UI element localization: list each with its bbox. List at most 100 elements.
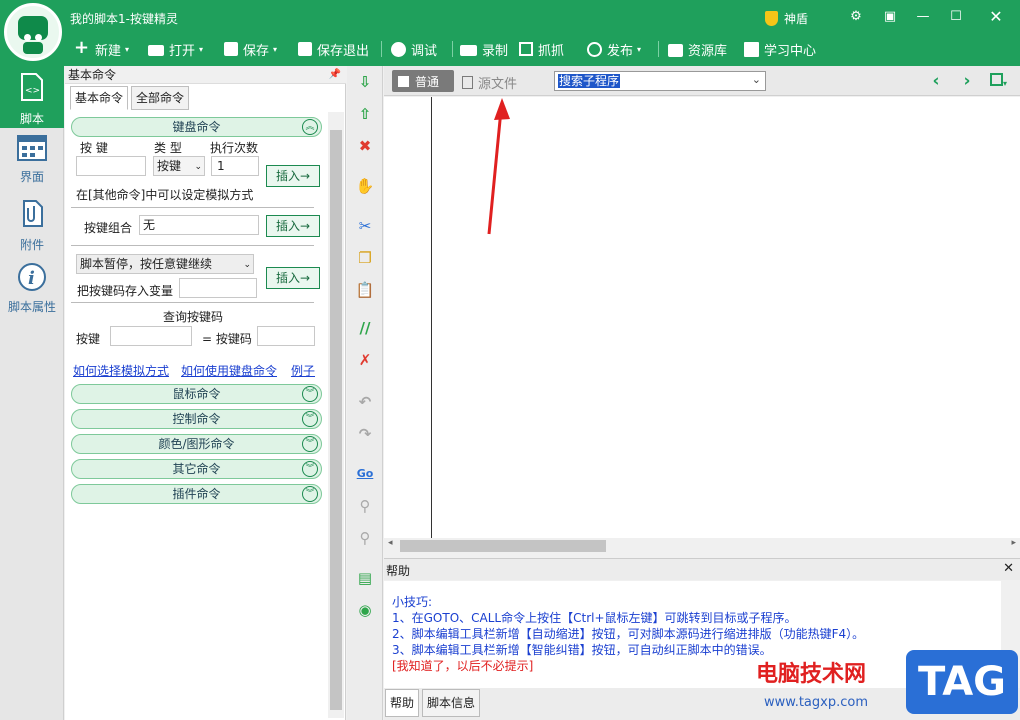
scroll-left-icon[interactable]: ◂ [388, 538, 393, 548]
query-key-input[interactable] [110, 326, 192, 346]
paste-icon[interactable]: 📋 [355, 280, 375, 300]
color-image-section-header[interactable]: 颜色/图形命令 ︾ [71, 434, 322, 454]
simulation-note: 在[其他命令]中可以设定模拟方式 [76, 188, 254, 202]
sidebar-item-script[interactable]: <> 脚本 [0, 66, 64, 128]
type-select[interactable]: 按键 ⌄ [153, 156, 205, 176]
svg-text:i: i [28, 268, 35, 289]
next-arrow-icon[interactable]: › [959, 71, 975, 91]
minimize-button[interactable]: — [912, 8, 934, 26]
times-input[interactable]: 1 [211, 156, 259, 176]
panel-title: 基本命令 [68, 68, 117, 82]
comment-icon[interactable]: // [355, 318, 375, 338]
section-title: 控制命令 [172, 412, 221, 426]
tab-all-commands[interactable]: 全部命令 [131, 86, 190, 110]
editor-horizontal-scrollbar[interactable]: ◂ ▸ [384, 538, 1020, 554]
hand-icon[interactable]: ✋ [355, 176, 375, 196]
find-icon[interactable]: ⚲ [355, 496, 375, 516]
times-label: 执行次数 [210, 141, 259, 155]
sidebar-item-ui[interactable]: 界面 [0, 130, 64, 192]
record-button[interactable]: 录制 [460, 38, 508, 60]
link-simulation-method[interactable]: 如何选择模拟方式 [73, 362, 169, 379]
save-exit-button[interactable]: 保存退出 [298, 38, 369, 60]
control-section-header[interactable]: 控制命令 ︾ [71, 409, 322, 429]
settings-gear-icon[interactable]: ⚙ [845, 8, 867, 26]
tip-item: 2、脚本编辑工具栏新增【自动缩进】按钮，可对脚本源码进行缩进排版（功能热键F4）… [392, 627, 865, 641]
insert-key-button[interactable]: 插入→ [266, 165, 320, 187]
sidebar-item-properties[interactable]: i 脚本属性 [0, 262, 64, 324]
plus-icon: + [74, 37, 90, 58]
left-sidebar: <> 脚本 界面 附件 i 脚本属性 [0, 66, 64, 720]
new-button[interactable]: + 新建 ▾ [74, 38, 129, 60]
capture-button[interactable]: 抓抓 [519, 38, 564, 60]
cut-icon[interactable]: ✂ [355, 216, 375, 236]
redo-icon[interactable]: ↷ [355, 424, 375, 444]
help-title: 帮助 [386, 564, 411, 578]
combo-label: 按键组合 [84, 221, 133, 235]
info-icon: i [18, 263, 46, 291]
uncomment-icon[interactable]: ✗ [355, 350, 375, 370]
floppy-save-icon [224, 42, 238, 56]
link-example[interactable]: 例子 [291, 362, 315, 379]
shield-icon [765, 10, 778, 26]
undo-icon[interactable]: ↶ [355, 392, 375, 412]
key-input[interactable] [76, 156, 146, 176]
scroll-right-icon[interactable]: ▸ [1011, 538, 1016, 548]
learning-center-button[interactable]: 学习中心 [744, 38, 816, 60]
subroutine-search-select[interactable]: 搜索子程序 ⌄ [554, 71, 766, 91]
tab-basic-commands[interactable]: 基本命令 [70, 86, 129, 110]
open-button[interactable]: 打开 ▾ [148, 38, 203, 60]
section-title: 其它命令 [172, 462, 221, 476]
svg-text:<>: <> [25, 86, 40, 96]
indent-icon[interactable]: ▤ [355, 568, 375, 588]
keycode-output[interactable] [257, 326, 315, 346]
find-next-icon[interactable]: ⚲ [355, 528, 375, 548]
plugin-section-header[interactable]: 插件命令 ︾ [71, 484, 322, 504]
store-var-input[interactable] [179, 278, 257, 298]
chevron-down-icon: ⌄ [194, 162, 202, 172]
resources-button[interactable]: 资源库 [668, 38, 727, 60]
vip-shield-button[interactable]: 神盾 [765, 8, 821, 28]
goto-icon[interactable]: Go [355, 464, 375, 484]
scroll-thumb[interactable] [330, 130, 342, 710]
toolbar-divider [381, 41, 382, 57]
publish-button[interactable]: 发布 ▾ [587, 38, 641, 60]
close-help-icon[interactable]: ✕ [1003, 561, 1014, 576]
panel-scrollbar[interactable] [328, 112, 344, 718]
floppy-exit-icon [298, 42, 312, 56]
insert-combo-button[interactable]: 插入→ [266, 215, 320, 237]
dismiss-tips-link[interactable]: [我知道了，以后不必提示] [392, 657, 533, 674]
source-mode-button[interactable]: 源文件 [462, 72, 517, 92]
keyboard-section-header[interactable]: 键盘命令 ︽ [71, 117, 322, 137]
menu-dropdown-icon[interactable]: ▣ [879, 8, 901, 26]
pin-icon[interactable]: 📌 [329, 66, 341, 84]
combo-input[interactable]: 无 [139, 215, 259, 235]
layout-toggle-icon[interactable]: ▾ [990, 73, 1014, 89]
other-section-header[interactable]: 其它命令 ︾ [71, 459, 322, 479]
close-window-button[interactable]: ✕ [985, 8, 1007, 26]
toolbar-divider [658, 41, 659, 57]
ui-grid-icon [17, 135, 47, 161]
tip-item: 3、脚本编辑工具栏新增【智能纠错】按钮，可自动纠正脚本中的错误。 [392, 643, 772, 657]
copy-icon[interactable]: ❐ [355, 248, 375, 268]
insert-pause-button[interactable]: 插入→ [266, 267, 320, 289]
delete-icon[interactable]: ✖ [355, 136, 375, 156]
move-up-icon[interactable]: ⇧ [355, 104, 375, 124]
normal-mode-button[interactable]: 普通 [392, 70, 454, 92]
move-down-icon[interactable]: ⇩ [355, 72, 375, 92]
prev-arrow-icon[interactable]: ‹ [928, 71, 944, 91]
scroll-thumb[interactable] [400, 540, 606, 552]
smart-fix-eye-icon[interactable]: ◉ [355, 600, 375, 620]
tab-script-info[interactable]: 脚本信息 [422, 689, 481, 717]
publish-label: 发布 [607, 43, 634, 59]
query-key-label: 按键 [76, 332, 101, 346]
maximize-button[interactable]: ☐ [945, 8, 967, 26]
expand-chevron-down-icon: ︾ [302, 461, 318, 477]
link-keyboard-usage[interactable]: 如何使用键盘命令 [181, 362, 277, 379]
tab-help[interactable]: 帮助 [385, 689, 420, 717]
pause-select[interactable]: 脚本暂停，按任意键继续 ⌄ [76, 254, 254, 274]
resource-box-icon [668, 43, 683, 57]
mouse-section-header[interactable]: 鼠标命令 ︾ [71, 384, 322, 404]
sidebar-item-attachment[interactable]: 附件 [0, 196, 64, 258]
debug-button[interactable]: 调试 [391, 38, 437, 60]
save-button[interactable]: 保存 ▾ [224, 38, 277, 60]
